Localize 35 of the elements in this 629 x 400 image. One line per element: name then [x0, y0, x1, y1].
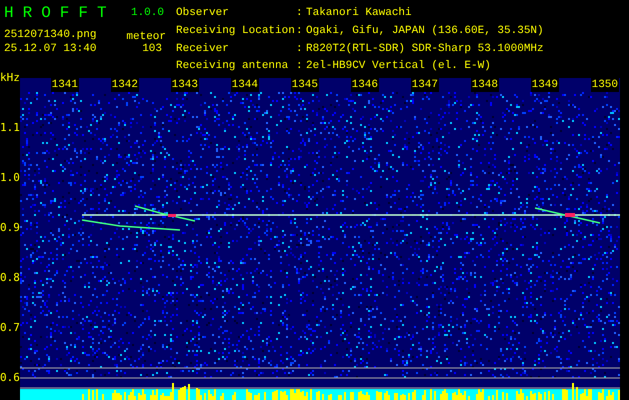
- info-label: Receiving Location: [176, 24, 296, 39]
- meteor-count: 103: [142, 43, 163, 57]
- axis-label: 1.0: [0, 170, 20, 186]
- axis-label: 1348: [470, 78, 499, 92]
- timestamp: 25.12.07 13:40: [4, 43, 98, 57]
- info-value: R820T2(RTL-SDR) SDR-Sharp 53.1000MHz: [306, 42, 544, 56]
- axis-label: 1349: [530, 78, 559, 92]
- info-label: Observer: [176, 7, 230, 21]
- info-separator: :: [296, 42, 304, 56]
- axis-label: 0.6: [0, 370, 20, 386]
- info-separator: :: [296, 60, 304, 74]
- info-value: 2el-HB9CV Vertical (el. E-W): [306, 60, 492, 74]
- axis-label: 0.7: [0, 320, 20, 336]
- axis-label: 0.8: [0, 270, 20, 286]
- axis-label: 1341: [50, 78, 79, 92]
- axis-label: 1344: [230, 78, 259, 92]
- info-value: Ogaki, Gifu, JAPAN (136.60E, 35.35N): [306, 24, 544, 39]
- file-name: 2512071340.png: [4, 28, 98, 40]
- axis-unit: kHz: [0, 72, 20, 84]
- app-title: HROFFT: [4, 4, 117, 24]
- axis-label: 1342: [110, 78, 139, 92]
- counter-label: meteor: [126, 31, 167, 43]
- info-separator: :: [296, 7, 304, 21]
- axis-label: 1.1: [0, 120, 20, 136]
- info-separator: :: [296, 24, 304, 39]
- axis-label: 1345: [290, 78, 319, 92]
- axis-label: 1346: [350, 78, 379, 92]
- version-label: 1.0.0: [130, 6, 165, 19]
- info-value: Takanori Kawachi: [306, 7, 413, 21]
- info-label: Receiver: [176, 42, 230, 56]
- axis-label: 1347: [410, 78, 439, 92]
- axis-label: 1350: [590, 78, 619, 92]
- axis-label: 0.9: [0, 220, 20, 236]
- axis-label: 1343: [170, 78, 199, 92]
- info-label: Receiving antenna: [176, 60, 290, 74]
